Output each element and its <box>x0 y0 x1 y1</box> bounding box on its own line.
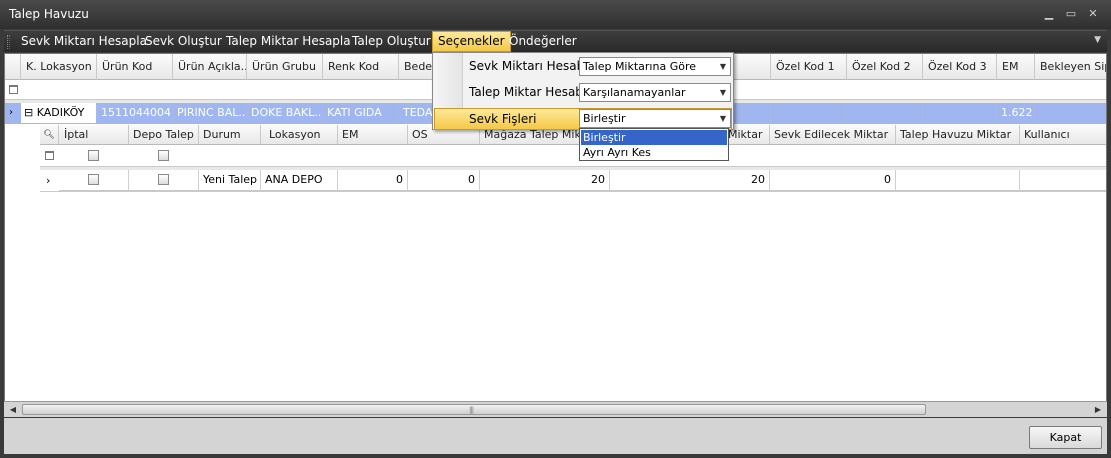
col-header-em-detail[interactable]: EM <box>338 125 408 145</box>
cell-lokasyon[interactable]: ANA DEPO <box>261 170 338 191</box>
chevron-down-icon[interactable]: ▼ <box>720 84 726 101</box>
window-title: Talep Havuzu <box>9 7 89 21</box>
cell-urun-kod[interactable]: 1511044004 <box>97 103 173 123</box>
menu-ondegerler[interactable]: Öndeğerler <box>504 31 582 52</box>
talep-miktar-hesabi-value: Karşılanamayanlar <box>583 86 686 99</box>
chevron-down-icon[interactable]: ▼ <box>720 58 726 75</box>
menu-sevk-olustur[interactable]: Sevk Oluştur <box>140 31 227 52</box>
cell-urun-grubu[interactable]: DOKE BAKL... <box>247 103 323 123</box>
detail-filter-icon[interactable] <box>45 150 54 163</box>
cell-miktar[interactable]: 20 <box>610 170 770 191</box>
col-header-urun-aciklama[interactable]: Ürün Açıkla... <box>173 54 247 80</box>
col-header-kullanici[interactable]: Kullanıcı <box>1020 125 1106 145</box>
cell-kullanici[interactable] <box>1020 170 1106 191</box>
toolbar-grip[interactable] <box>7 35 10 49</box>
cell-urun-aciklama[interactable]: PIRINC BAL... <box>173 103 247 123</box>
menu-talep-olustur[interactable]: Talep Oluştur <box>347 31 436 52</box>
col-header-sevk-edilecek-miktar[interactable]: Sevk Edilecek Miktar <box>770 125 896 145</box>
detail-search-icon[interactable]: 🔍︎ <box>40 125 59 145</box>
menu-secenekler[interactable]: Seçenekler <box>432 31 511 52</box>
iptal-checkbox[interactable] <box>88 174 99 185</box>
filter-icon[interactable] <box>9 84 18 97</box>
scroll-thumb[interactable]: ||| <box>22 404 926 415</box>
col-header-ozel-kod-2[interactable]: Özel Kod 2 <box>847 54 923 80</box>
scroll-left-icon[interactable]: ◀ <box>6 403 20 417</box>
option-ayri-ayri-kes[interactable]: Ayrı Ayrı Kes <box>581 145 727 160</box>
sevk-fisleri-value: Birleştir <box>583 112 626 125</box>
cell-sevk-edilecek-miktar[interactable]: 0 <box>770 170 896 191</box>
menu-sevk-miktari-hesapla[interactable]: Sevk Miktarı Hesapla <box>16 31 152 52</box>
depo-talep-checkbox[interactable] <box>158 174 169 185</box>
expand-collapse-icon[interactable]: ⊟ <box>24 106 33 119</box>
cell-depo-talep[interactable] <box>129 170 199 191</box>
cell-bekleyen-siparis[interactable] <box>1035 103 1106 123</box>
sevk-fisleri-dropdown-list: Birleştir Ayrı Ayrı Kes <box>579 128 729 161</box>
cell-magaza-talep-miktari[interactable]: 20 <box>480 170 610 191</box>
close-icon[interactable]: ✕ <box>1084 6 1102 22</box>
col-header-depo-talep[interactable]: Depo Talep <box>129 125 199 145</box>
col-header-renk-kod[interactable]: Renk Kod <box>323 54 399 80</box>
col-header-talep-havuzu-miktar[interactable]: Talep Havuzu Miktar <box>896 125 1020 145</box>
options-menu-panel: Sevk Miktarı Hesabı Talep Miktarına Göre… <box>432 52 734 130</box>
talep-miktar-hesabi-combo[interactable]: Karşılanamayanlar ▼ <box>579 83 731 102</box>
menu-bar: Sevk Miktarı Hesapla Sevk Oluştur Talep … <box>4 30 1107 52</box>
col-header-urun-kod[interactable]: Ürün Kod <box>97 54 173 80</box>
cell-durum[interactable]: Yeni Talep <box>199 170 261 191</box>
cell-os[interactable]: 0 <box>408 170 480 191</box>
filter-depo-talep-checkbox[interactable] <box>158 150 169 161</box>
maximize-icon[interactable]: ▭ <box>1062 6 1080 22</box>
title-bar: Talep Havuzu ▁ ▭ ✕ <box>0 0 1111 29</box>
row-indicator-icon: › <box>9 107 13 118</box>
cell-renk-kod[interactable]: KATI GIDA <box>323 103 399 123</box>
col-header-ozel-kod-1[interactable]: Özel Kod 1 <box>771 54 847 80</box>
option-birlestir[interactable]: Birleştir <box>581 130 727 145</box>
minimize-icon[interactable]: ▁ <box>1040 6 1058 22</box>
sevk-fisleri-combo[interactable]: Birleştir ▼ <box>579 109 731 128</box>
cell-em-detail[interactable]: 0 <box>338 170 408 191</box>
col-header-bekleyen-siparis[interactable]: Bekleyen Sipa <box>1035 54 1106 80</box>
chevron-down-icon[interactable]: ▼ <box>720 110 726 127</box>
row-indicator-icon: › <box>46 174 51 187</box>
bottom-bar: Kapat <box>4 418 1107 454</box>
filter-iptal-checkbox[interactable] <box>88 150 99 161</box>
close-button[interactable]: Kapat <box>1029 426 1102 449</box>
sevk-fisleri-label: Sevk Fişleri <box>469 112 537 126</box>
sevk-miktari-hesabi-combo[interactable]: Talep Miktarına Göre ▼ <box>579 57 731 76</box>
scroll-right-icon[interactable]: ▶ <box>1091 403 1105 417</box>
cell-em[interactable]: 1.622 <box>997 103 1035 123</box>
sevk-miktari-hesabi-value: Talep Miktarına Göre <box>583 60 697 73</box>
talep-miktar-hesabi-label: Talep Miktar Hesabı <box>469 85 587 99</box>
cell-ozel-kod-3[interactable] <box>923 103 997 123</box>
col-header-k-lokasyon[interactable]: K. Lokasyon <box>21 54 97 80</box>
cell-ozel-kod-1[interactable] <box>771 103 847 123</box>
lokasyon-value: KADIKÖY <box>36 106 85 119</box>
detail-filter-row <box>40 145 1106 167</box>
col-header-durum[interactable]: Durum <box>199 125 261 145</box>
detail-row[interactable]: › Yeni Talep ANA DEPO 0 0 20 20 0 <box>40 170 1106 192</box>
detail-grid: 🔍︎ İptal Depo Talep Durum Lokasyon EM OS… <box>40 125 1106 195</box>
grid-corner <box>5 54 21 80</box>
menu-talep-miktar-hesapla[interactable]: Talep Miktar Hesapla <box>221 31 356 52</box>
chevron-down-icon[interactable]: ▼ <box>1094 35 1101 45</box>
col-header-lokasyon[interactable]: Lokasyon <box>261 125 338 145</box>
col-header-iptal[interactable]: İptal <box>59 125 129 145</box>
col-header-urun-grubu[interactable]: Ürün Grubu <box>247 54 323 80</box>
cell-talep-havuzu-miktar[interactable] <box>896 170 1020 191</box>
cell-iptal[interactable] <box>59 170 129 191</box>
sevk-miktari-hesabi-label: Sevk Miktarı Hesabı <box>469 59 588 73</box>
cell-k-lokasyon[interactable]: ⊟ KADIKÖY <box>21 103 97 123</box>
horizontal-scrollbar[interactable]: ◀ ||| ▶ <box>4 401 1107 417</box>
col-header-em[interactable]: EM <box>997 54 1035 80</box>
col-header-ozel-kod-3[interactable]: Özel Kod 3 <box>923 54 997 80</box>
cell-ozel-kod-2[interactable] <box>847 103 923 123</box>
